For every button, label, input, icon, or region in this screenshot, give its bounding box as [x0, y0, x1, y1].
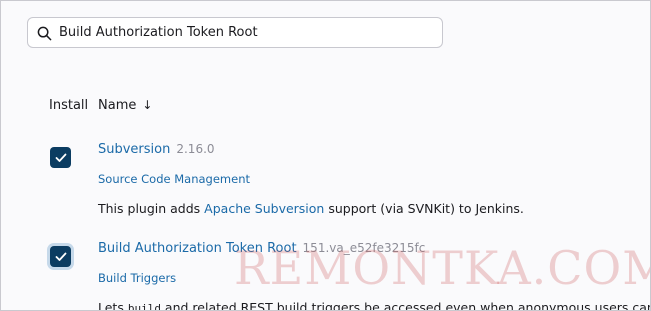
plugin-version: 2.16.0	[176, 142, 215, 156]
column-header-name[interactable]: Name ↓	[98, 98, 152, 113]
plugin-row-build-authorization-token-root: Build Authorization Token Root 151.va_e52…	[98, 241, 425, 256]
code-snippet: build	[127, 302, 161, 311]
checkmark-icon	[55, 153, 66, 162]
plugin-row-subversion: Subversion 2.16.0	[98, 142, 215, 157]
description-text: support (via SVNKit) to Jenkins.	[324, 201, 524, 216]
install-checkbox-subversion[interactable]	[50, 147, 71, 168]
search-icon	[37, 26, 52, 41]
plugin-description: Lets build and related REST build trigge…	[98, 300, 651, 311]
plugin-category-link[interactable]: Build Triggers	[98, 271, 176, 285]
sort-descending-icon: ↓	[142, 98, 153, 112]
apache-subversion-link[interactable]: Apache Subversion	[204, 201, 324, 216]
column-header-name-label: Name	[98, 98, 137, 113]
search-box[interactable]	[27, 17, 443, 48]
description-text: Lets	[98, 300, 128, 311]
description-text: This plugin adds	[98, 201, 205, 216]
plugin-name-link[interactable]: Subversion	[98, 142, 170, 157]
plugin-manager-panel: Install Name ↓ Subversion 2.16.0 Source Co…	[0, 0, 651, 311]
checkmark-icon	[55, 252, 66, 261]
plugin-category-link[interactable]: Source Code Management	[98, 172, 250, 186]
install-checkbox-build-authorization-token-root[interactable]	[50, 246, 71, 267]
description-text: and related REST build triggers be acces…	[160, 300, 651, 311]
plugin-name-link[interactable]: Build Authorization Token Root	[98, 241, 297, 256]
plugin-description: This plugin adds Apache Subversion suppo…	[98, 201, 524, 216]
plugin-version: 151.va_e52fe3215fc	[302, 241, 426, 255]
column-header-install: Install	[49, 98, 89, 113]
search-input[interactable]	[59, 18, 429, 47]
